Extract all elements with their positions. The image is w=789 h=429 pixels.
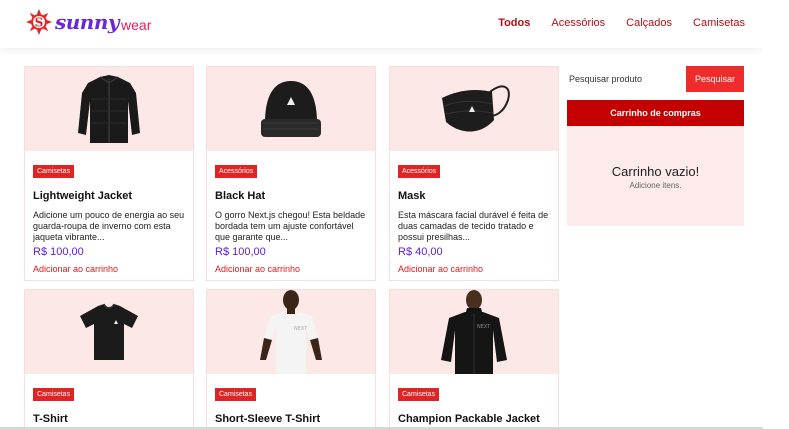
- product-card[interactable]: Camisetas Lightweight Jacket Adicione um…: [24, 66, 194, 281]
- product-price: R$ 40,00: [398, 246, 443, 258]
- logo[interactable]: S sunny wear: [26, 9, 151, 35]
- nav-acessorios[interactable]: Acessórios: [551, 17, 605, 29]
- search-input[interactable]: [566, 66, 686, 92]
- category-badge: Camisetas: [33, 388, 75, 401]
- cart-title: Carrinho de compras: [567, 100, 744, 126]
- product-description: O gorro Next.js chegou! Esta beldade bor…: [215, 210, 366, 242]
- page-gutter: [763, 0, 789, 429]
- brand-suffix: wear: [121, 16, 152, 33]
- jacket-icon: [78, 75, 140, 143]
- nav-camisetas[interactable]: Camisetas: [693, 17, 745, 29]
- product-name: Mask: [398, 190, 426, 202]
- category-badge: Acessórios: [215, 165, 258, 178]
- svg-text:NEXT: NEXT: [294, 326, 308, 332]
- tshirt-icon: [80, 303, 138, 360]
- product-name: Black Hat: [215, 190, 266, 202]
- add-to-cart-button[interactable]: Adicionar ao carrinho: [33, 264, 185, 274]
- category-badge: Camisetas: [398, 388, 440, 401]
- product-description: Esta máscara facial durável é feita de d…: [398, 210, 549, 242]
- category-badge: Camisetas: [215, 388, 257, 401]
- brand-name: sunny: [55, 10, 120, 34]
- header: S sunny wear Todos Acessórios Calçados C…: [0, 0, 763, 48]
- product-card[interactable]: Acessórios Mask Esta máscara facial durá…: [389, 66, 559, 281]
- search-button[interactable]: Pesquisar: [686, 66, 744, 92]
- product-name: Lightweight Jacket: [33, 190, 133, 202]
- product-name: Short-Sleeve T-Shirt: [215, 413, 321, 425]
- product-image[interactable]: NEXT: [207, 290, 375, 374]
- product-image[interactable]: NEXT: [390, 290, 558, 374]
- cart-panel: Carrinho vazio! Adicione itens.: [567, 126, 744, 226]
- product-price: R$ 100,00: [215, 246, 266, 258]
- product-card[interactable]: Camisetas T-Shirt: [24, 289, 194, 429]
- cart-empty-message: Carrinho vazio!: [611, 164, 700, 179]
- category-badge: Acessórios: [398, 165, 441, 178]
- sun-logo-icon: S: [26, 9, 52, 35]
- product-image[interactable]: [390, 67, 558, 151]
- model-tshirt-icon: NEXT: [260, 290, 322, 374]
- product-image[interactable]: [207, 67, 375, 151]
- product-name: T-Shirt: [33, 413, 68, 425]
- category-badge: Camisetas: [33, 165, 75, 178]
- nav-calcados[interactable]: Calçados: [626, 17, 672, 29]
- add-to-cart-button[interactable]: Adicionar ao carrinho: [215, 264, 367, 274]
- product-name: Champion Packable Jacket: [398, 413, 540, 425]
- product-image[interactable]: [25, 67, 193, 151]
- cart-empty-hint: Adicione itens.: [629, 181, 682, 190]
- product-card[interactable]: NEXT Camisetas Short-Sleeve T-Shirt: [206, 289, 376, 429]
- nav-todos[interactable]: Todos: [498, 17, 530, 29]
- mask-icon: [442, 85, 510, 132]
- add-to-cart-button[interactable]: Adicionar ao carrinho: [398, 264, 550, 274]
- product-card[interactable]: Acessórios Black Hat O gorro Next.js che…: [206, 66, 376, 281]
- beanie-icon: [261, 81, 321, 137]
- product-description: Adicione um pouco de energia ao seu guar…: [33, 210, 185, 242]
- product-card[interactable]: NEXT Camisetas Champion Packable Jacket: [389, 289, 559, 429]
- category-nav: Todos Acessórios Calçados Camisetas: [498, 17, 745, 29]
- page: S sunny wear Todos Acessórios Calçados C…: [0, 0, 789, 429]
- search-bar: Pesquisar: [566, 66, 744, 92]
- svg-text:NEXT: NEXT: [477, 324, 491, 330]
- product-price: R$ 100,00: [33, 246, 84, 258]
- product-image[interactable]: [25, 290, 193, 374]
- svg-text:S: S: [35, 16, 44, 30]
- model-jacket-icon: NEXT: [441, 290, 507, 374]
